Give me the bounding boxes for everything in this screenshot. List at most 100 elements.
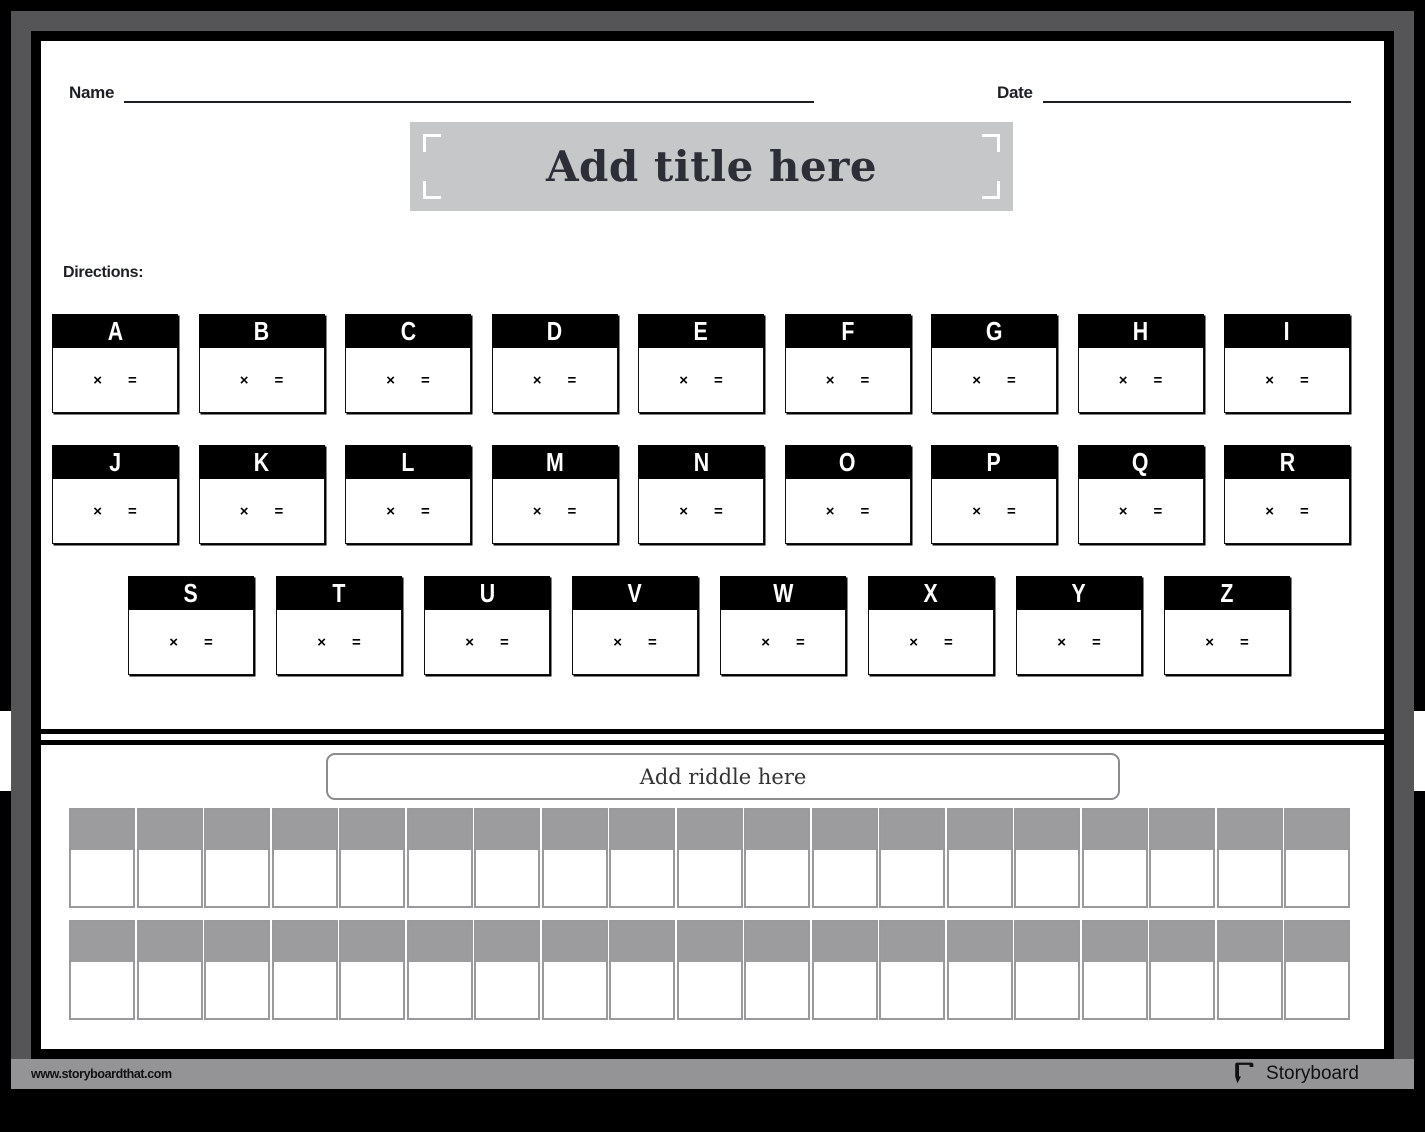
cipher-card-equation[interactable]: × = xyxy=(784,479,911,544)
answer-cell-number-slot[interactable] xyxy=(1016,922,1078,962)
cipher-card-equation[interactable]: × = xyxy=(424,610,550,675)
answer-grid-cell[interactable] xyxy=(136,808,203,908)
answer-cell-letter-slot[interactable] xyxy=(476,962,538,1018)
answer-cell-number-slot[interactable] xyxy=(1218,922,1281,962)
answer-cell-number-slot[interactable] xyxy=(71,810,133,850)
cipher-card-w[interactable]: W × = xyxy=(720,576,846,675)
cipher-card-a[interactable]: A × = xyxy=(52,314,178,413)
answer-cell-letter-slot[interactable] xyxy=(881,850,943,906)
cipher-card-c[interactable]: C × = xyxy=(345,314,471,413)
answer-grid-cell[interactable] xyxy=(406,808,473,908)
cipher-card-equation[interactable]: × = xyxy=(345,479,471,544)
answer-grid-cell[interactable] xyxy=(339,920,405,1020)
cipher-card-x[interactable]: X × = xyxy=(868,576,994,675)
cipher-card-z[interactable]: Z × = xyxy=(1164,576,1290,675)
answer-cell-letter-slot[interactable] xyxy=(611,962,673,1018)
cipher-card-equation[interactable]: × = xyxy=(931,479,1057,544)
answer-cell-letter-slot[interactable] xyxy=(476,850,538,906)
answer-cell-letter-slot[interactable] xyxy=(1016,962,1078,1018)
answer-cell-number-slot[interactable] xyxy=(1083,922,1146,962)
cipher-card-k[interactable]: K × = xyxy=(198,445,325,544)
answer-cell-letter-slot[interactable] xyxy=(1151,962,1213,1018)
answer-grid-cell[interactable] xyxy=(946,920,1013,1020)
cipher-card-o[interactable]: O × = xyxy=(784,445,911,544)
answer-cell-letter-slot[interactable] xyxy=(408,850,471,906)
answer-cell-letter-slot[interactable] xyxy=(341,962,403,1018)
answer-cell-letter-slot[interactable] xyxy=(746,962,808,1018)
answer-cell-letter-slot[interactable] xyxy=(273,850,336,906)
cipher-card-equation[interactable]: × = xyxy=(1164,610,1290,675)
answer-cell-number-slot[interactable] xyxy=(543,922,606,962)
cipher-card-equation[interactable]: × = xyxy=(52,348,178,413)
answer-cell-number-slot[interactable] xyxy=(881,810,943,850)
cipher-card-equation[interactable]: × = xyxy=(572,610,698,675)
answer-cell-number-slot[interactable] xyxy=(71,922,133,962)
cipher-card-s[interactable]: S × = xyxy=(128,576,254,675)
answer-cell-letter-slot[interactable] xyxy=(138,962,201,1018)
answer-cell-number-slot[interactable] xyxy=(881,922,943,962)
answer-cell-letter-slot[interactable] xyxy=(678,962,741,1018)
answer-cell-number-slot[interactable] xyxy=(138,810,201,850)
answer-cell-number-slot[interactable] xyxy=(678,810,741,850)
answer-cell-letter-slot[interactable] xyxy=(678,850,741,906)
answer-grid-cell[interactable] xyxy=(744,808,810,908)
answer-grid-cell[interactable] xyxy=(1216,920,1283,1020)
storyboard-brand[interactable]: Storyboard xyxy=(1232,1062,1359,1086)
answer-cell-number-slot[interactable] xyxy=(611,922,673,962)
cipher-card-equation[interactable]: × = xyxy=(128,610,254,675)
answer-grid-cell[interactable] xyxy=(676,920,743,1020)
cipher-card-equation[interactable]: × = xyxy=(276,610,402,675)
answer-grid-cell[interactable] xyxy=(879,808,945,908)
cipher-card-equation[interactable]: × = xyxy=(1077,479,1204,544)
answer-grid-cell[interactable] xyxy=(1014,808,1080,908)
answer-grid-cell[interactable] xyxy=(609,920,675,1020)
answer-cell-letter-slot[interactable] xyxy=(543,850,606,906)
answer-grid-cell[interactable] xyxy=(136,920,203,1020)
answer-cell-number-slot[interactable] xyxy=(543,810,606,850)
cipher-card-t[interactable]: T × = xyxy=(276,576,402,675)
cipher-card-n[interactable]: N × = xyxy=(638,445,764,544)
answer-grid-cell[interactable] xyxy=(811,808,878,908)
answer-cell-letter-slot[interactable] xyxy=(813,850,876,906)
cipher-card-equation[interactable]: × = xyxy=(784,348,911,413)
cipher-card-r[interactable]: R × = xyxy=(1224,445,1350,544)
cipher-card-b[interactable]: B × = xyxy=(198,314,325,413)
answer-grid-cell[interactable] xyxy=(271,808,338,908)
cipher-card-d[interactable]: D × = xyxy=(491,314,618,413)
answer-cell-number-slot[interactable] xyxy=(678,922,741,962)
answer-cell-letter-slot[interactable] xyxy=(813,962,876,1018)
answer-cell-number-slot[interactable] xyxy=(1151,810,1213,850)
answer-grid-cell[interactable] xyxy=(1216,808,1283,908)
answer-grid-cell[interactable] xyxy=(946,808,1013,908)
answer-cell-letter-slot[interactable] xyxy=(1218,850,1281,906)
answer-cell-number-slot[interactable] xyxy=(948,810,1011,850)
answer-grid-cell[interactable] xyxy=(1149,808,1215,908)
answer-cell-number-slot[interactable] xyxy=(1218,810,1281,850)
answer-cell-number-slot[interactable] xyxy=(476,810,538,850)
answer-grid-cell[interactable] xyxy=(339,808,405,908)
answer-cell-letter-slot[interactable] xyxy=(1083,850,1146,906)
answer-grid-cell[interactable] xyxy=(204,808,270,908)
cipher-card-u[interactable]: U × = xyxy=(424,576,550,675)
answer-cell-number-slot[interactable] xyxy=(138,922,201,962)
cipher-card-equation[interactable]: × = xyxy=(345,348,471,413)
answer-cell-letter-slot[interactable] xyxy=(948,962,1011,1018)
cipher-card-equation[interactable]: × = xyxy=(931,348,1057,413)
answer-cell-letter-slot[interactable] xyxy=(543,962,606,1018)
answer-cell-letter-slot[interactable] xyxy=(1151,850,1213,906)
answer-grid-cell[interactable] xyxy=(474,920,540,1020)
answer-grid-cell[interactable] xyxy=(1081,920,1148,1020)
answer-cell-letter-slot[interactable] xyxy=(1286,962,1348,1018)
answer-cell-letter-slot[interactable] xyxy=(611,850,673,906)
answer-grid-cell[interactable] xyxy=(1149,920,1215,1020)
cipher-card-equation[interactable]: × = xyxy=(491,348,618,413)
answer-cell-number-slot[interactable] xyxy=(1083,810,1146,850)
cipher-card-i[interactable]: I × = xyxy=(1224,314,1350,413)
answer-cell-letter-slot[interactable] xyxy=(273,962,336,1018)
answer-grid-cell[interactable] xyxy=(69,808,135,908)
answer-cell-number-slot[interactable] xyxy=(273,922,336,962)
answer-grid-cell[interactable] xyxy=(406,920,473,1020)
answer-cell-letter-slot[interactable] xyxy=(948,850,1011,906)
cipher-card-m[interactable]: M × = xyxy=(491,445,618,544)
cipher-card-y[interactable]: Y × = xyxy=(1016,576,1142,675)
